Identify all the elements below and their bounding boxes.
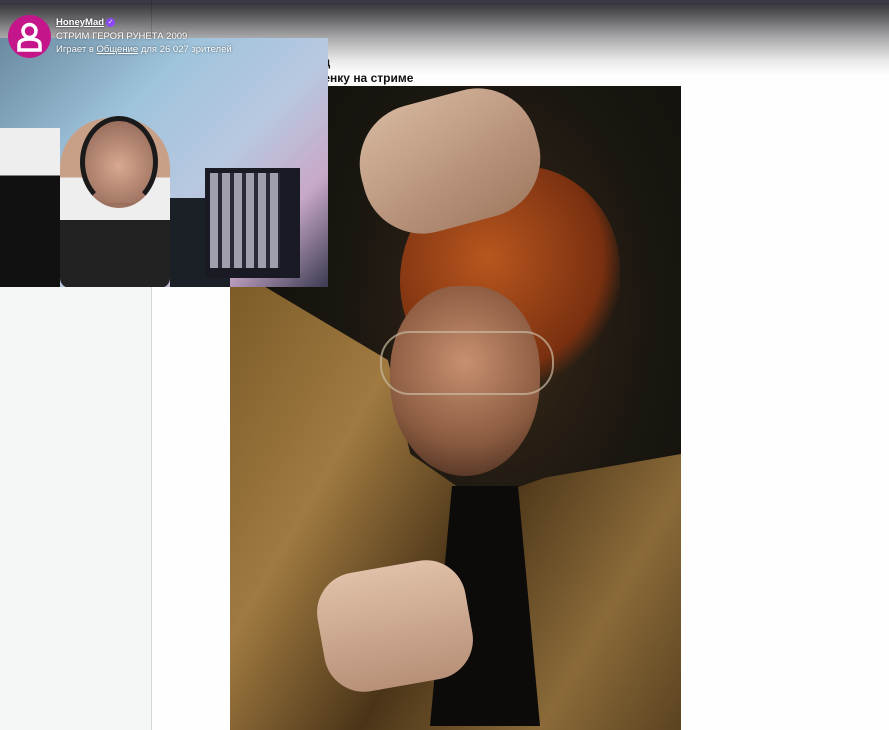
stream-info: HoneyMad ✓ СТРИМ ГЕРОЯ РУНЕТА 2009 Играет… <box>56 16 232 57</box>
left-sidebar <box>0 287 152 730</box>
stream-title: СТРИМ ГЕРОЯ РУНЕТА 2009 <box>56 30 188 42</box>
webcam-chair <box>0 128 60 287</box>
viewer-count: для 26 027 зрителей <box>140 44 232 55</box>
channel-avatar[interactable] <box>8 15 51 58</box>
post-title: ед ценку на стриме <box>316 54 413 86</box>
post-title-line-2: ценку на стриме <box>316 71 414 85</box>
photo-glasses <box>380 331 554 395</box>
webcam-streamer-head <box>80 116 158 208</box>
webcam-stickers <box>210 173 280 268</box>
stream-webcam-overlay[interactable] <box>0 38 328 287</box>
playing-prefix: Играет в <box>56 44 94 55</box>
window-top-bar <box>0 0 889 3</box>
category-link[interactable]: Общение <box>97 44 139 55</box>
channel-name-link[interactable]: HoneyMad <box>56 17 104 28</box>
post-title-line-1: ед <box>316 54 413 70</box>
verified-badge-icon: ✓ <box>106 18 116 27</box>
user-icon <box>17 22 42 52</box>
